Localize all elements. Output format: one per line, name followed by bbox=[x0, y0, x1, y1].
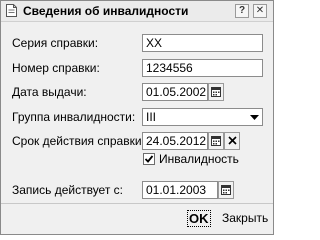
valid-until-clear-button[interactable] bbox=[224, 132, 240, 150]
number-input[interactable]: 1234556 bbox=[142, 59, 263, 77]
disability-group-value: III bbox=[146, 110, 157, 124]
issue-date-label: Дата выдачи: bbox=[12, 85, 87, 99]
valid-until-input[interactable]: 24.05.2012 bbox=[142, 132, 208, 150]
record-valid-from-input[interactable]: 01.01.2003 bbox=[142, 181, 218, 199]
dialog-window: Сведения об инвалидности ? ✕ Серия справ… bbox=[0, 0, 274, 235]
disability-group-label: Группа инвалидности: bbox=[12, 110, 136, 124]
window-title: Сведения об инвалидности bbox=[23, 4, 189, 18]
clear-icon bbox=[227, 136, 237, 145]
document-icon bbox=[6, 4, 17, 17]
footer-divider bbox=[1, 203, 273, 204]
disability-group-select[interactable]: III bbox=[142, 108, 263, 126]
disability-checkbox[interactable] bbox=[143, 153, 155, 165]
close-button[interactable]: Закрыть bbox=[222, 211, 268, 225]
valid-until-label: Срок действия справки: bbox=[12, 134, 145, 148]
series-input[interactable]: ХХ bbox=[142, 34, 263, 52]
close-icon[interactable]: ✕ bbox=[253, 4, 267, 18]
dropdown-arrow-icon bbox=[250, 115, 259, 120]
calendar-icon bbox=[211, 136, 221, 146]
ok-button[interactable]: OK bbox=[187, 210, 211, 227]
calendar-icon bbox=[211, 87, 221, 97]
disability-checkbox-label: Инвалидность bbox=[159, 152, 239, 166]
disability-group-dropdown-button[interactable] bbox=[247, 109, 262, 126]
help-icon[interactable]: ? bbox=[235, 4, 249, 18]
valid-until-calendar-button[interactable] bbox=[208, 132, 224, 150]
title-bar[interactable]: Сведения об инвалидности ? ✕ bbox=[1, 1, 273, 22]
calendar-icon bbox=[221, 185, 231, 195]
record-valid-from-calendar-button[interactable] bbox=[218, 181, 234, 199]
series-label: Серия справки: bbox=[12, 36, 99, 50]
number-label: Номер справки: bbox=[12, 61, 100, 75]
record-valid-from-label: Запись действует с: bbox=[12, 183, 123, 197]
issue-date-input[interactable]: 01.05.2002 bbox=[142, 83, 208, 101]
checkmark-icon bbox=[144, 155, 154, 163]
issue-date-calendar-button[interactable] bbox=[208, 83, 224, 101]
